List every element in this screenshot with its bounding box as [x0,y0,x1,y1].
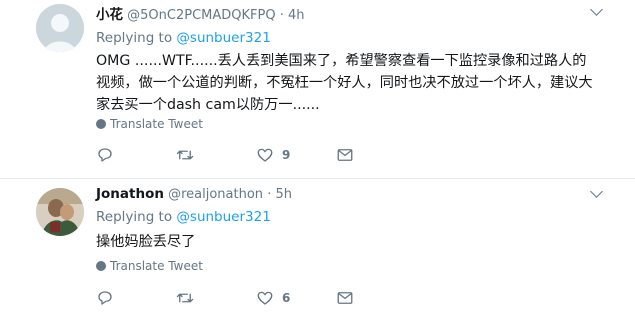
direct-message-button[interactable] [336,146,354,166]
like-button[interactable]: 9 [256,146,290,166]
globe-icon [96,119,106,129]
replying-to: Replying to @sunbuer321 [96,209,271,225]
reply-button[interactable] [96,146,114,166]
tweet[interactable]: 小花 @5OnC2PCMADQKFPQ · 4h Replying to @su… [0,0,635,178]
display-name[interactable]: Jonathon [96,186,164,202]
separator-dot: · [279,8,284,23]
tweet[interactable]: Jonathon @realjonathon · 5h Replying to … [0,178,635,314]
timestamp[interactable]: 5h [275,187,292,202]
like-count: 9 [282,148,291,162]
direct-message-button[interactable] [336,289,354,309]
tweet-text: OMG ......WTF......丢人丢到美国来了，希望警察查看一下监控录像… [96,53,593,113]
reply-button[interactable] [96,289,114,309]
tweet-header: 小花 @5OnC2PCMADQKFPQ · 4h [96,3,305,23]
tweet-actions: 9 [96,146,396,166]
chevron-down-icon[interactable] [590,3,603,16]
avatar[interactable] [36,188,84,236]
tweet-header: Jonathon @realjonathon · 5h [96,186,292,202]
separator-dot: · [267,187,272,202]
retweet-button[interactable] [176,289,194,309]
mention-link[interactable]: @sunbuer321 [176,30,270,46]
like-count: 6 [282,291,291,305]
display-name[interactable]: 小花 [96,7,123,23]
direct-message-icon [337,149,353,161]
tweet-actions: 6 [96,289,396,309]
default-avatar-icon [36,4,84,52]
reply-icon [98,291,112,305]
user-photo-avatar [36,188,84,236]
like-icon [257,291,273,305]
translate-tweet-link[interactable]: Translate Tweet [96,259,203,273]
reply-icon [98,148,112,162]
user-handle[interactable]: @realjonathon [168,187,263,202]
avatar[interactable] [36,4,84,52]
tweet-text: 操他妈脸丢尽了 [96,234,196,250]
translate-tweet-link[interactable]: Translate Tweet [96,117,203,131]
retweet-icon [176,150,194,160]
like-button[interactable]: 6 [256,289,290,309]
like-icon [257,148,273,162]
retweet-button[interactable] [176,146,194,166]
timestamp[interactable]: 4h [288,8,305,23]
user-handle[interactable]: @5OnC2PCMADQKFPQ [127,8,275,23]
retweet-icon [176,293,194,303]
translate-label: Translate Tweet [110,117,203,131]
replying-to-label: Replying to [96,30,173,46]
chevron-down-icon[interactable] [590,185,603,198]
replying-to: Replying to @sunbuer321 [96,30,271,46]
translate-label: Translate Tweet [110,259,203,273]
globe-icon [96,261,106,271]
direct-message-icon [337,292,353,304]
mention-link[interactable]: @sunbuer321 [176,209,270,225]
replying-to-label: Replying to [96,209,173,225]
